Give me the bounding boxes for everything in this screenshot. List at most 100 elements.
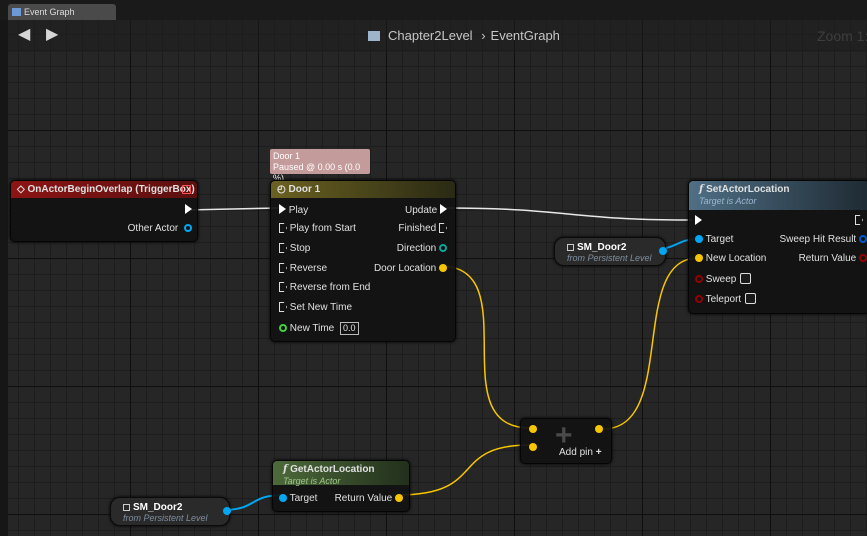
ref-top-subtitle: from Persistent Level — [567, 253, 652, 263]
bool-pin-icon — [695, 275, 703, 283]
exec-out-icon — [439, 223, 447, 233]
ref-bottom-title: SM_Door2 — [133, 502, 183, 513]
add-pin-button[interactable]: Add pin + — [559, 447, 602, 459]
other-actor-label: Other Actor — [127, 223, 179, 234]
reverse-from-end-pin[interactable]: Reverse from End — [279, 282, 370, 294]
exec-in-icon — [279, 223, 287, 233]
timeline-status-tooltip: Door 1 Paused @ 0.00 s (0.0 %) — [270, 149, 370, 183]
float-pin-icon — [279, 324, 287, 332]
get-return-value-pin[interactable]: Return Value — [335, 493, 403, 505]
vector-add-node[interactable]: + Add pin + — [520, 418, 612, 464]
exec-in-icon — [279, 302, 287, 312]
reverse-pin[interactable]: Reverse — [279, 263, 327, 275]
new-time-pin[interactable]: New Time 0.0 — [279, 322, 359, 335]
clock-icon: ◴ — [277, 184, 286, 195]
event-diamond-icon: ◇ — [17, 184, 25, 195]
tab-bar: Event Graph — [0, 0, 867, 20]
finished-label: Finished — [398, 223, 437, 234]
object-pin-icon — [279, 494, 287, 502]
graph-canvas[interactable]: ◀ ▶ Chapter2Level › EventGraph Zoom 1:1 ◇… — [8, 20, 867, 536]
object-pin-icon[interactable] — [223, 507, 231, 515]
get-actor-location-node[interactable]: f GetActorLocation Target is Actor Targe… — [272, 460, 410, 512]
set-new-time-label: Set New Time — [289, 302, 353, 313]
finished-pin[interactable]: Finished — [398, 223, 447, 235]
graph-icon — [12, 8, 21, 16]
plus-icon: + — [595, 447, 602, 458]
timeline-node-title: Door 1 — [288, 184, 321, 195]
sweep-checkbox[interactable] — [740, 273, 752, 284]
set-new-time-pin[interactable]: Set New Time — [279, 302, 352, 314]
update-label: Update — [404, 205, 438, 216]
object-pin-icon[interactable] — [659, 247, 667, 255]
add-pin-label: Add pin — [559, 447, 593, 458]
new-time-label: New Time — [289, 323, 335, 334]
set-actor-location-subtitle: Target is Actor — [699, 196, 757, 206]
play-pin[interactable]: Play — [279, 204, 308, 217]
back-arrow-icon[interactable]: ◀ — [18, 27, 30, 43]
breadcrumb-graph[interactable]: EventGraph — [491, 28, 560, 43]
return-value-pin[interactable]: Return Value — [799, 253, 867, 265]
get-target-label: Target — [289, 493, 318, 504]
exec-out-icon — [185, 204, 192, 214]
new-location-pin[interactable]: New Location — [695, 253, 766, 265]
actor-icon — [123, 504, 130, 511]
timeline-node-door1[interactable]: ◴ Door 1 Play Play from Start Stop Rever… — [270, 180, 456, 342]
vector-input-a-pin[interactable] — [529, 425, 537, 433]
play-label: Play — [288, 205, 309, 216]
breadcrumb-separator: › — [481, 28, 486, 43]
door-location-pin[interactable]: Door Location — [374, 263, 447, 275]
reverse-label: Reverse — [289, 263, 328, 274]
set-exec-out-pin[interactable] — [855, 215, 863, 227]
sweep-label: Sweep — [705, 274, 737, 285]
return-value-label: Return Value — [798, 253, 857, 264]
sweep-hit-result-pin[interactable]: Sweep Hit Result — [780, 234, 867, 246]
update-pin[interactable]: Update — [405, 204, 447, 217]
set-exec-in-pin[interactable] — [695, 215, 702, 228]
vector-pin-icon — [439, 264, 447, 272]
breadcrumb-level[interactable]: Chapter2Level — [388, 28, 473, 43]
object-pin-icon — [695, 235, 703, 243]
play-from-start-pin[interactable]: Play from Start — [279, 223, 356, 235]
vector-pin-icon — [695, 254, 703, 262]
actor-reference-bottom[interactable]: SM_Door2 from Persistent Level — [110, 497, 231, 526]
forward-arrow-icon[interactable]: ▶ — [46, 27, 58, 43]
function-icon: f — [699, 184, 704, 195]
stop-pin[interactable]: Stop — [279, 243, 310, 255]
exec-in-icon — [279, 282, 287, 292]
exec-in-icon — [279, 243, 287, 253]
set-actor-location-header: f SetActorLocation Target is Actor — [689, 181, 867, 210]
teleport-checkbox[interactable] — [745, 293, 757, 304]
ref-top-title: SM_Door2 — [577, 242, 627, 253]
event-node-actor-begin-overlap[interactable]: ◇ OnActorBeginOverlap (TriggerBox) Other… — [10, 180, 198, 242]
set-target-pin[interactable]: Target — [695, 234, 733, 246]
exec-in-icon — [695, 215, 702, 225]
sweep-pin[interactable]: Sweep — [695, 273, 752, 286]
tab-event-graph[interactable]: Event Graph — [8, 4, 116, 20]
breadcrumb: Chapter2Level › EventGraph — [368, 28, 560, 43]
delegate-pin-icon[interactable] — [182, 185, 191, 194]
get-target-pin[interactable]: Target — [279, 493, 317, 505]
exec-output-pin[interactable] — [185, 204, 192, 217]
vector-wire-add-to-newloc — [602, 257, 699, 430]
set-actor-location-node[interactable]: f SetActorLocation Target is Actor Targe… — [688, 180, 867, 314]
ref-bottom-subtitle: from Persistent Level — [123, 513, 208, 523]
timeline-node-header: ◴ Door 1 — [271, 181, 455, 198]
exec-wire-overlap-to-play — [185, 207, 279, 211]
exec-out-icon — [855, 215, 863, 225]
teleport-label: Teleport — [705, 294, 742, 305]
direction-pin[interactable]: Direction — [397, 243, 447, 255]
actor-icon — [567, 244, 574, 251]
actor-reference-top[interactable]: SM_Door2 from Persistent Level — [554, 237, 667, 266]
tooltip-title: Door 1 — [273, 151, 301, 161]
zoom-level: Zoom 1:1 — [817, 28, 867, 44]
new-location-label: New Location — [705, 253, 767, 264]
vector-input-b-pin[interactable] — [529, 443, 537, 451]
function-icon: f — [283, 464, 288, 475]
blueprint-graph-icon — [368, 31, 380, 41]
reverse-from-end-label: Reverse from End — [289, 282, 371, 293]
new-time-input[interactable]: 0.0 — [340, 322, 359, 335]
other-actor-pin[interactable]: Other Actor — [128, 223, 192, 235]
vector-output-pin[interactable] — [595, 425, 603, 433]
play-from-start-label: Play from Start — [289, 223, 356, 234]
teleport-pin[interactable]: Teleport — [695, 293, 757, 306]
